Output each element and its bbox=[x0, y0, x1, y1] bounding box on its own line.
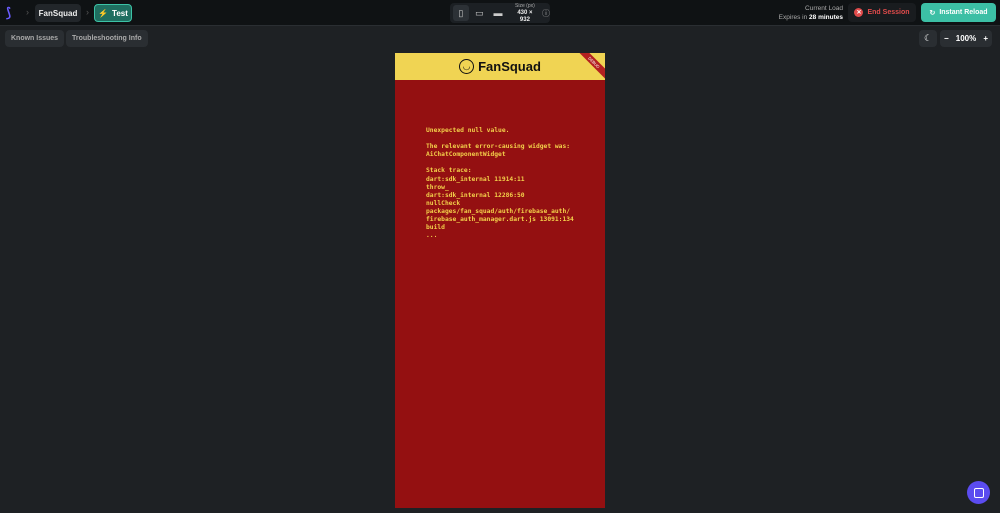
error-message: Unexpected null value. The relevant erro… bbox=[426, 127, 574, 240]
tablet-device-icon[interactable]: ▭ bbox=[472, 5, 488, 21]
known-issues-button[interactable]: Known Issues bbox=[5, 30, 65, 47]
error-line: firebase_auth_manager.dart.js 13091:134 bbox=[426, 216, 574, 224]
error-line: packages/fan_squad/auth/firebase_auth/ bbox=[426, 207, 571, 215]
error-line: AiChatComponentWidget bbox=[426, 151, 506, 159]
app-bar: ◡ FanSquad DEBUG bbox=[395, 53, 605, 83]
error-line: dart:sdk_internal 11914:11 bbox=[426, 175, 525, 183]
smiley-logo-icon: ◡ bbox=[459, 59, 475, 74]
error-line: throw_ bbox=[426, 183, 449, 191]
error-line: ... bbox=[426, 232, 438, 240]
flutterflow-logo-icon[interactable]: ⟆ bbox=[6, 5, 20, 20]
phone-device-icon[interactable]: ▯ bbox=[453, 5, 469, 21]
device-preview: ◡ FanSquad DEBUG Unexpected null value. … bbox=[395, 53, 605, 508]
troubleshooting-info-button[interactable]: Troubleshooting Info bbox=[66, 30, 148, 47]
moon-icon: ☾ bbox=[923, 33, 933, 43]
error-line: nullCheck bbox=[426, 199, 461, 207]
error-line: Unexpected null value. bbox=[426, 127, 510, 134]
size-label: Size (px) bbox=[515, 2, 535, 9]
error-line: build bbox=[426, 224, 445, 232]
zoom-in-button[interactable]: + bbox=[983, 34, 988, 43]
close-icon: ✕ bbox=[854, 8, 864, 17]
chat-icon bbox=[973, 487, 984, 498]
desktop-device-icon[interactable]: ▬ bbox=[490, 5, 506, 21]
project-button[interactable]: FanSquad bbox=[35, 4, 81, 22]
error-line bbox=[426, 159, 574, 167]
size-value: 430 × 932 bbox=[517, 9, 533, 23]
error-line bbox=[426, 135, 574, 143]
test-mode-button[interactable]: ⚡ Test bbox=[94, 4, 132, 22]
debug-banner: DEBUG bbox=[573, 53, 605, 83]
zoom-level: 100% bbox=[955, 34, 977, 43]
error-line: Stack trace: bbox=[426, 167, 472, 175]
end-session-button[interactable]: ✕ End Session bbox=[848, 3, 916, 22]
error-line: dart:sdk_internal 12286:50 bbox=[426, 191, 525, 199]
app-brand: FanSquad bbox=[478, 59, 541, 74]
zoom-control: − 100% + bbox=[940, 30, 992, 47]
instant-reload-button[interactable]: ↻ Instant Reload bbox=[921, 3, 996, 22]
chevron-right-icon: › bbox=[26, 7, 29, 17]
top-bar: ⟆ › FanSquad › ⚡ Test ▯ ▭ ▬ Size (px) 430 … bbox=[0, 0, 1000, 26]
bolt-icon: ⚡ bbox=[98, 8, 109, 18]
device-selector: ▯ ▭ ▬ Size (px) 430 × 932 ⓘ bbox=[450, 3, 550, 23]
chevron-right-icon: › bbox=[86, 7, 89, 17]
zoom-out-button[interactable]: − bbox=[944, 34, 949, 43]
support-chat-button[interactable] bbox=[967, 481, 990, 504]
current-load: Current Load Expires in 28 minutes bbox=[778, 5, 843, 21]
refresh-icon: ↻ bbox=[929, 9, 936, 17]
dark-mode-toggle[interactable]: ☾ bbox=[919, 30, 937, 47]
info-icon[interactable]: ⓘ bbox=[542, 8, 550, 19]
